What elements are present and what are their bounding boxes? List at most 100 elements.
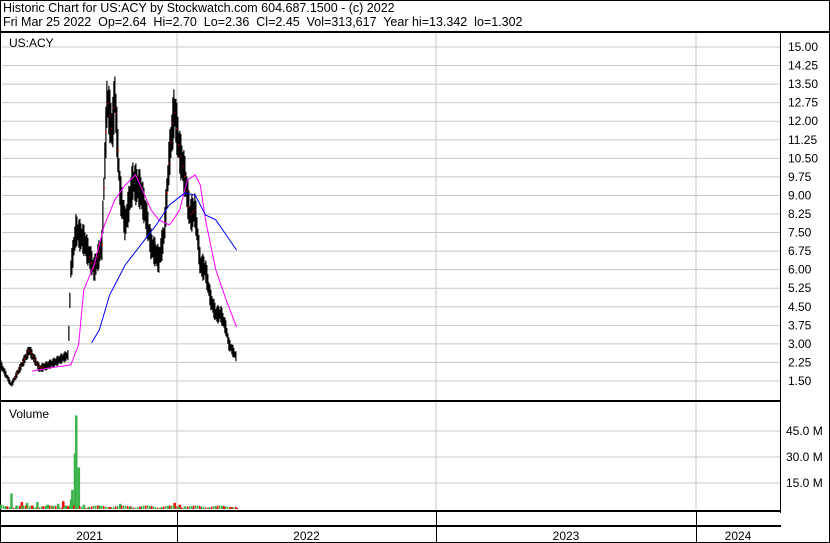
- volume-bar: [217, 505, 219, 509]
- volume-bar: [61, 507, 63, 509]
- volume-bar: [205, 507, 207, 509]
- price-axis-tick: 11.25: [788, 133, 817, 147]
- price-axis-tick: 14.25: [788, 59, 818, 73]
- volume-bar: [119, 505, 121, 509]
- axis-divider: [780, 33, 781, 513]
- volume-bar: [157, 507, 159, 509]
- volume-bar: [223, 505, 225, 509]
- price-axis-tick: 3.75: [788, 318, 812, 332]
- volume-bar: [135, 507, 137, 509]
- volume-bar: [55, 506, 57, 509]
- volume-bar: [67, 506, 69, 509]
- year-label: 2021: [76, 529, 103, 543]
- price-tick-mark: [117, 149, 119, 152]
- panel-divider: [0, 400, 781, 402]
- volume-bar: [11, 507, 13, 509]
- price-tick-mark: [103, 187, 105, 190]
- volume-bar: [59, 507, 61, 509]
- volume-bar: [121, 505, 123, 509]
- volume-bar: [169, 505, 171, 509]
- volume-bar: [147, 505, 149, 509]
- volume-bar: [45, 505, 47, 509]
- volume-bar: [83, 507, 85, 509]
- volume-bar: [203, 506, 205, 509]
- volume-bar: [199, 505, 201, 509]
- volume-bar: [131, 507, 133, 509]
- price-axis-tick: 6.75: [788, 244, 812, 258]
- volume-bar: [161, 507, 163, 509]
- price-axis-tick: 5.25: [788, 281, 812, 295]
- volume-bar: [43, 506, 45, 509]
- volume-bar: [99, 505, 101, 509]
- volume-bar: [7, 506, 9, 509]
- price-axis-tick: 12.00: [788, 114, 818, 128]
- stock-chart-window: Historic Chart for US:ACY by Stockwatch.…: [0, 0, 830, 543]
- year-label: 2022: [293, 529, 320, 543]
- volume-bar: [109, 507, 111, 509]
- volume-bar: [117, 505, 119, 509]
- volume-bar: [97, 505, 99, 509]
- volume-bar: [155, 507, 157, 509]
- volume-bar: [171, 505, 173, 509]
- volume-bar: [115, 506, 117, 509]
- volume-bar: [3, 505, 5, 509]
- volume-bar: [31, 506, 33, 509]
- volume-bar: [231, 507, 233, 509]
- volume-bar: [89, 506, 91, 509]
- volume-bar: [159, 507, 161, 509]
- volume-bar: [29, 505, 31, 509]
- volume-bar: [39, 507, 41, 509]
- volume-bar: [71, 505, 73, 509]
- volume-bar: [173, 505, 175, 509]
- volume-bar: [27, 505, 29, 509]
- volume-bar: [13, 507, 15, 509]
- price-axis-tick: 13.50: [788, 77, 818, 91]
- volume-bar: [189, 506, 191, 509]
- volume-bar: [193, 505, 195, 509]
- volume-bar: [227, 506, 229, 509]
- volume-bar: [53, 505, 55, 509]
- price-axis-tick: 3.00: [788, 337, 812, 351]
- volume-bar: [151, 506, 153, 509]
- volume-bar: [235, 506, 237, 509]
- volume-bar: [77, 467, 81, 509]
- price-axis-tick: 15.00: [788, 40, 818, 54]
- volume-bar: [75, 505, 77, 509]
- volume-bar: [23, 505, 25, 509]
- volume-bar: [145, 505, 147, 509]
- price-axis-tick: 7.50: [788, 226, 812, 240]
- volume-bar: [137, 506, 139, 509]
- year-label: 2024: [725, 529, 752, 543]
- header-divider: [0, 31, 830, 33]
- volume-bar: [233, 507, 235, 509]
- volume-bar: [41, 506, 43, 509]
- price-tick-mark: [166, 192, 168, 194]
- volume-bar: [10, 493, 13, 509]
- volume-bar: [197, 505, 199, 509]
- outer-frame: [0, 0, 830, 543]
- volume-bar: [225, 506, 227, 509]
- volume-bar: [125, 505, 127, 509]
- volume-bar: [195, 505, 197, 509]
- volume-bar: [77, 505, 79, 509]
- volume-bar: [107, 507, 109, 509]
- moving-average-long: [91, 192, 237, 344]
- volume-bar: [127, 506, 129, 509]
- volume-bar: [175, 505, 177, 509]
- volume-bar: [49, 505, 51, 509]
- volume-bar: [17, 506, 19, 509]
- volume-bar: [219, 505, 221, 509]
- volume-bar: [103, 506, 105, 509]
- volume-bar: [215, 505, 217, 509]
- year-separator: [696, 510, 697, 543]
- volume-bar: [143, 505, 145, 509]
- volume-bar: [129, 506, 131, 509]
- volume-bar: [133, 507, 135, 509]
- volume-panel-label: Volume: [9, 407, 49, 421]
- volume-bar: [65, 506, 67, 509]
- year-separator: [436, 510, 437, 543]
- volume-bar: [35, 507, 37, 509]
- volume-bar: [181, 507, 183, 509]
- price-axis-tick: 9.00: [788, 188, 812, 202]
- price-axis-tick: 12.75: [788, 96, 818, 110]
